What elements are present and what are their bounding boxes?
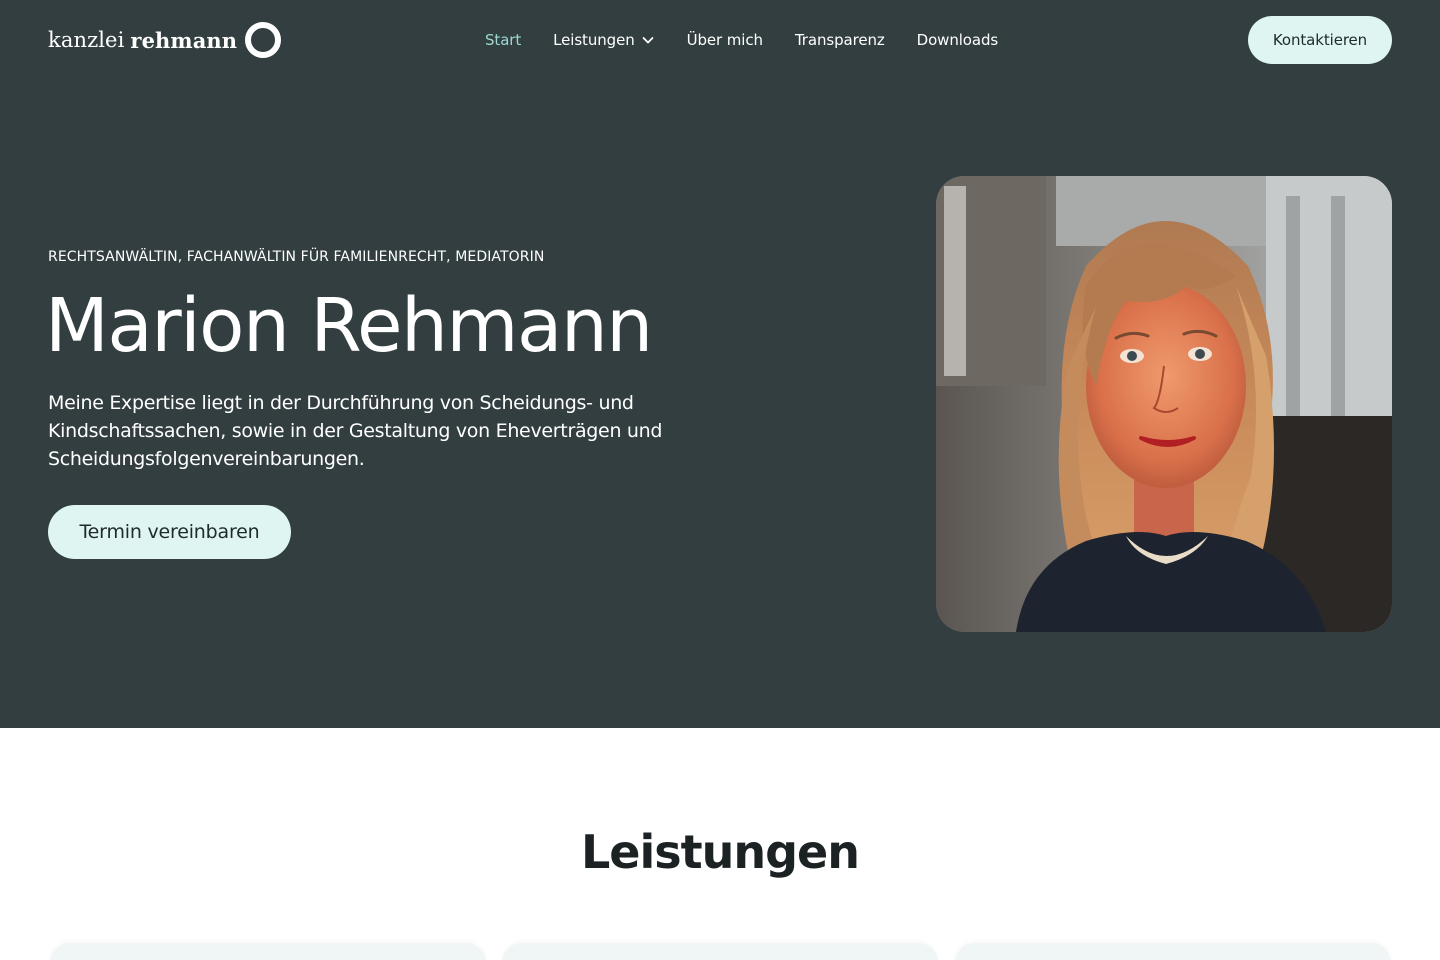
nav-item-label: Start xyxy=(485,31,522,49)
service-card[interactable] xyxy=(50,943,486,960)
nav-item-leistungen[interactable]: Leistungen xyxy=(553,31,654,49)
main-navigation: Start Leistungen Über mich Transparenz D… xyxy=(485,28,998,52)
hero-title: Marion Rehmann xyxy=(45,283,653,369)
hero-section: kanzlei rehmann Start Leistungen Über mi… xyxy=(0,0,1440,728)
portrait-photo xyxy=(936,176,1392,632)
service-card[interactable] xyxy=(502,943,938,960)
site-header: kanzlei rehmann Start Leistungen Über mi… xyxy=(0,0,1440,80)
nav-item-label: Transparenz xyxy=(794,31,885,49)
nav-item-label: Über mich xyxy=(686,31,763,49)
nav-item-label: Downloads xyxy=(916,31,999,49)
chevron-down-icon xyxy=(642,37,654,44)
hero-eyebrow: RECHTSANWÄLTIN, FACHANWÄLTIN FÜR FAMILIE… xyxy=(48,249,545,265)
logo[interactable]: kanzlei rehmann xyxy=(48,22,282,58)
nav-item-start[interactable]: Start xyxy=(485,31,521,49)
hero-description: Meine Expertise liegt in der Durchführun… xyxy=(48,392,663,470)
services-section: Leistungen xyxy=(0,728,1440,960)
nav-item-label: Leistungen xyxy=(553,31,635,49)
nav-item-transparenz[interactable]: Transparenz xyxy=(795,31,885,49)
nav-item-downloads[interactable]: Downloads xyxy=(916,31,999,49)
portrait-illustration xyxy=(936,176,1392,632)
service-card[interactable] xyxy=(955,943,1391,960)
contact-button[interactable]: Kontaktieren xyxy=(1248,16,1392,64)
logo-word-kanzlei: kanzlei xyxy=(48,28,125,52)
logo-ring-icon xyxy=(245,22,282,58)
nav-item-ueber-mich[interactable]: Über mich xyxy=(687,31,763,49)
logo-word-rehmann: rehmann xyxy=(130,27,238,53)
services-title: Leistungen xyxy=(580,825,860,879)
appointment-button[interactable]: Termin vereinbaren xyxy=(48,505,291,559)
